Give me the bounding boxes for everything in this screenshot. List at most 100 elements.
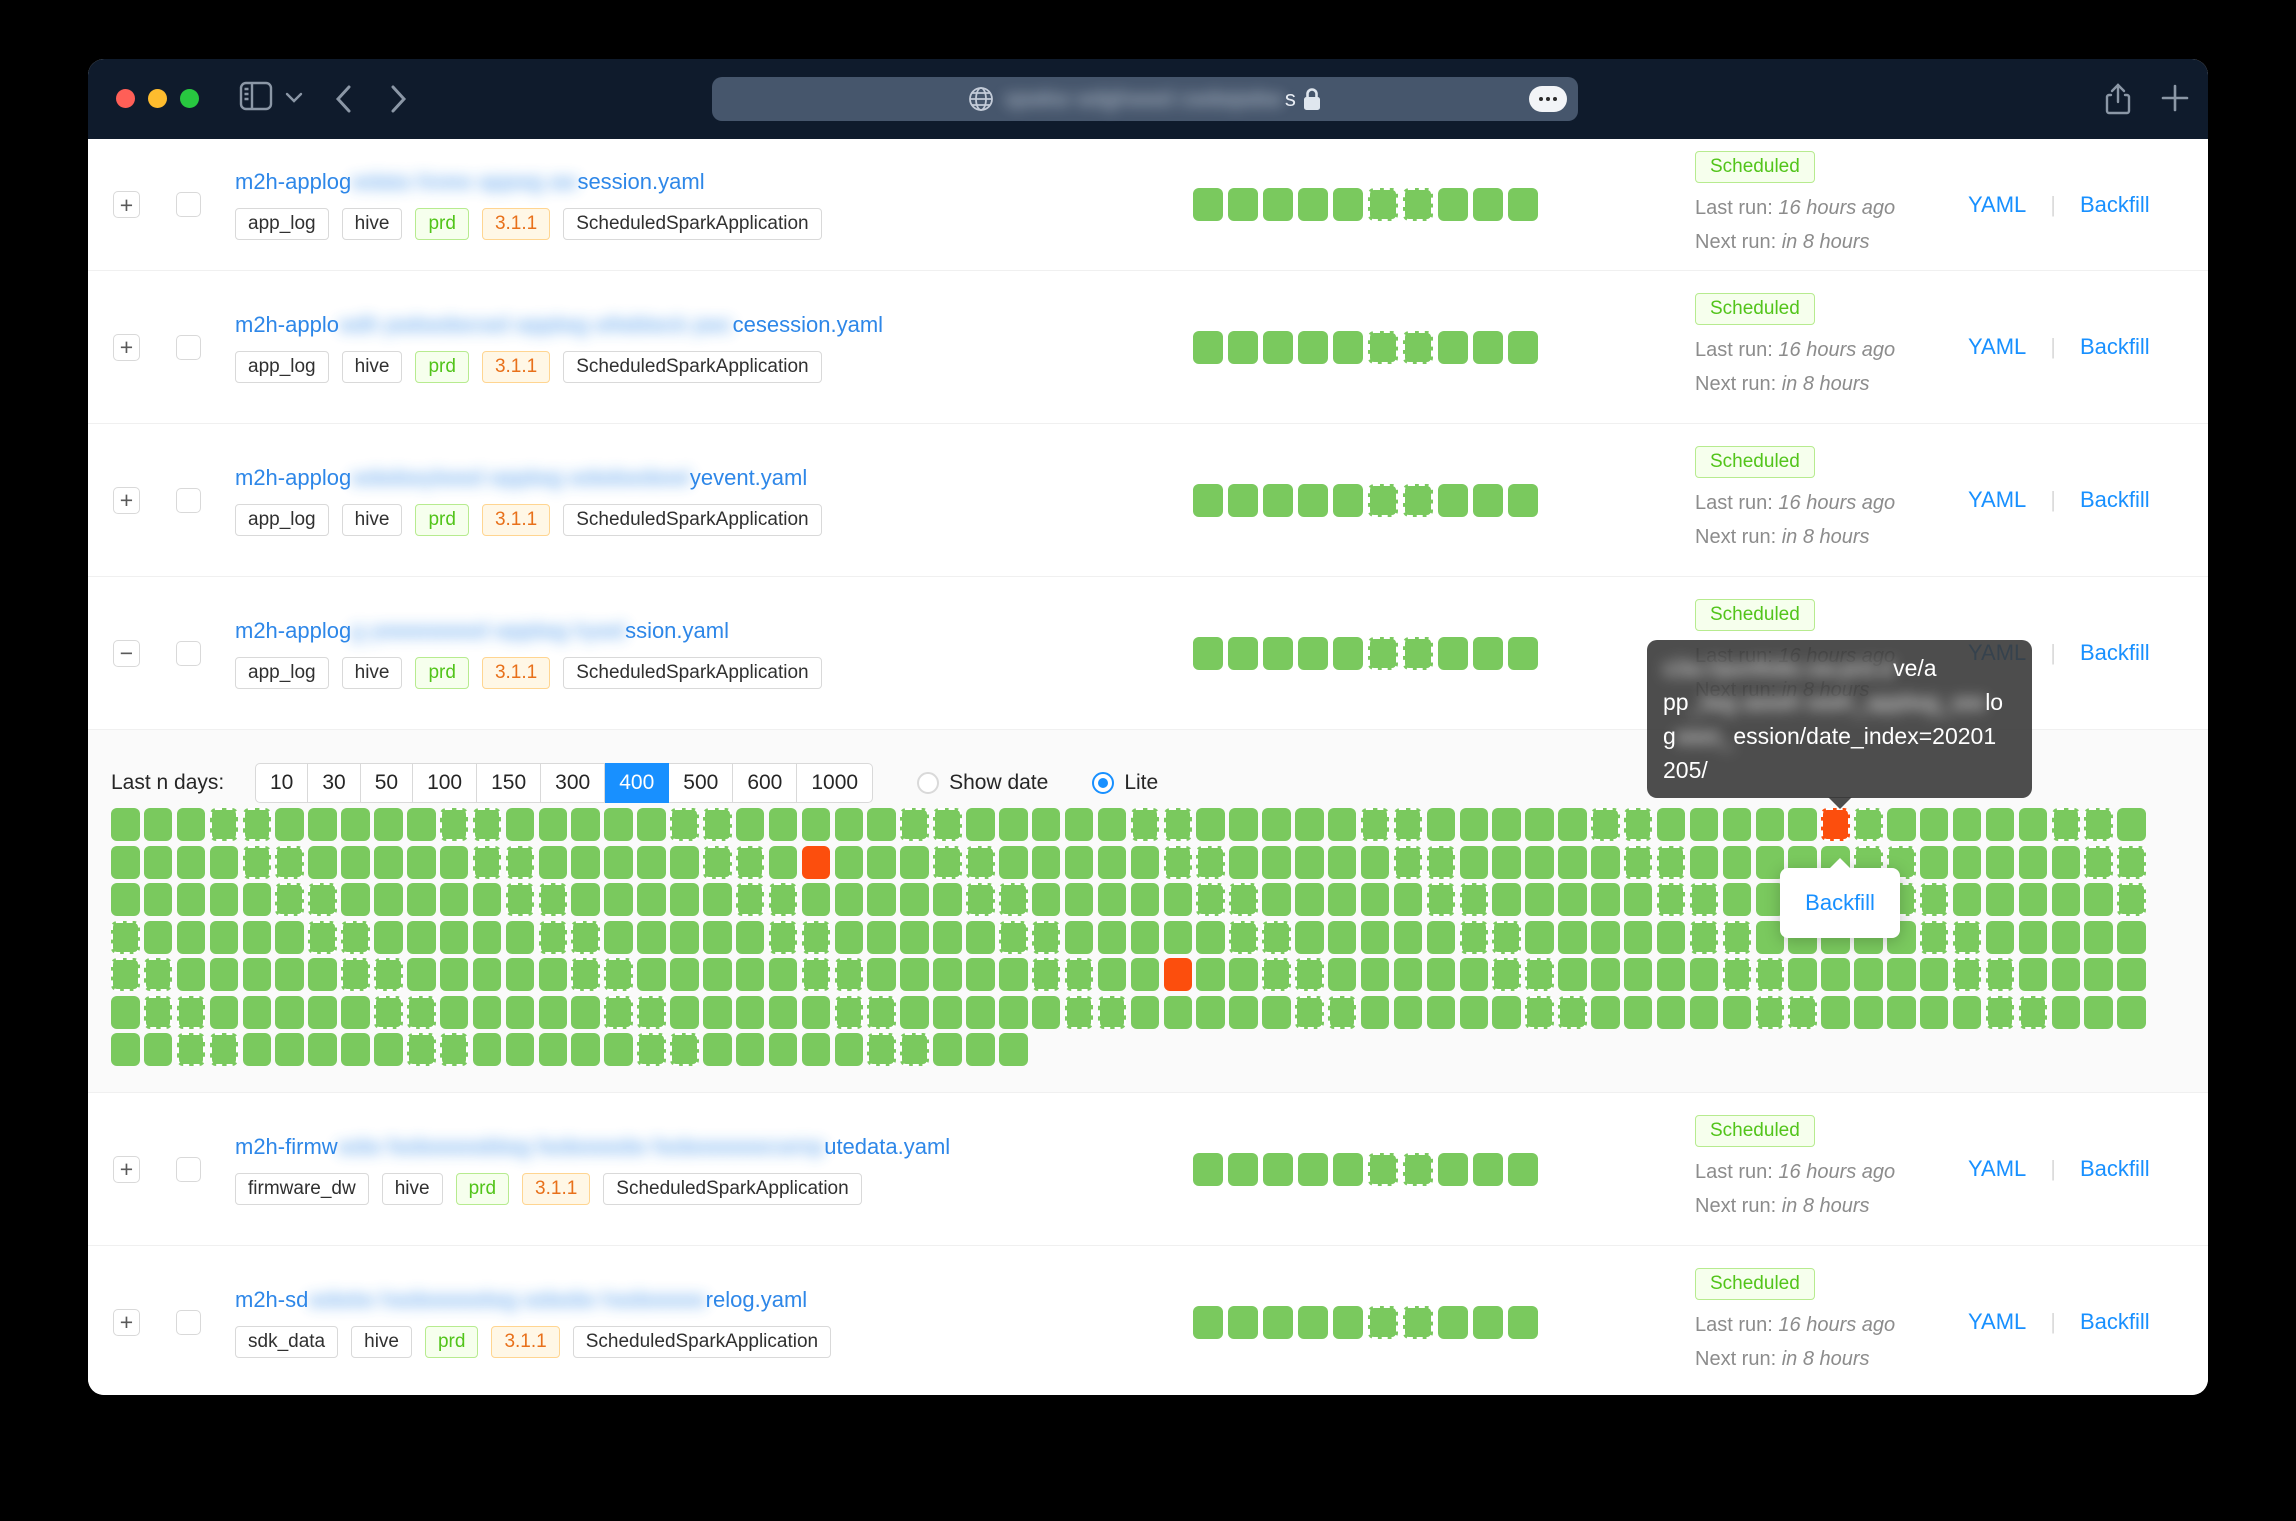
day-cell[interactable] [670, 1033, 699, 1066]
day-cell[interactable] [1196, 846, 1225, 879]
day-cell[interactable] [1986, 996, 2015, 1029]
row-checkbox[interactable] [176, 641, 201, 666]
day-cell[interactable] [2117, 846, 2146, 879]
day-cell[interactable] [933, 921, 962, 954]
day-cell[interactable] [1361, 808, 1390, 841]
day-cell[interactable] [1328, 883, 1357, 916]
day-cell[interactable] [1920, 846, 1949, 879]
day-cell[interactable] [144, 921, 173, 954]
backfill-link[interactable]: Backfill [2080, 1309, 2150, 1335]
day-cell[interactable] [177, 808, 206, 841]
day-cell-mini[interactable] [1263, 637, 1293, 670]
day-cell[interactable] [1131, 996, 1160, 1029]
day-cell[interactable] [1229, 846, 1258, 879]
day-cell[interactable] [407, 808, 436, 841]
day-cell[interactable] [1394, 846, 1423, 879]
day-cell[interactable] [111, 808, 140, 841]
day-cell[interactable] [341, 808, 370, 841]
day-cell[interactable] [1229, 921, 1258, 954]
day-cell[interactable] [1920, 996, 1949, 1029]
day-cell[interactable] [1394, 921, 1423, 954]
day-cell[interactable] [308, 883, 337, 916]
day-cell[interactable] [1591, 883, 1620, 916]
day-cell[interactable] [1098, 958, 1127, 991]
day-cell[interactable] [1624, 846, 1653, 879]
day-cell[interactable] [539, 1033, 568, 1066]
day-cell[interactable] [144, 883, 173, 916]
day-cell[interactable] [1854, 996, 1883, 1029]
day-cell[interactable] [1131, 958, 1160, 991]
day-cell[interactable] [966, 846, 995, 879]
day-cell[interactable] [736, 921, 765, 954]
day-cell[interactable] [144, 1033, 173, 1066]
day-cell[interactable] [1723, 958, 1752, 991]
day-cell[interactable] [1986, 808, 2015, 841]
day-cell[interactable] [1887, 958, 1916, 991]
day-cell[interactable] [2019, 958, 2048, 991]
day-cell[interactable] [2052, 808, 2081, 841]
day-cell[interactable] [1920, 808, 1949, 841]
day-cell[interactable] [2084, 958, 2113, 991]
row-checkbox[interactable] [176, 335, 201, 360]
day-cell[interactable] [670, 808, 699, 841]
day-cell[interactable] [900, 808, 929, 841]
days-option-300[interactable]: 300 [541, 763, 605, 803]
day-cell[interactable] [2019, 996, 2048, 1029]
day-cell[interactable] [1558, 846, 1587, 879]
day-cell[interactable] [1657, 883, 1686, 916]
day-cell[interactable] [966, 996, 995, 1029]
day-cell-hovered[interactable] [1821, 808, 1850, 841]
day-cell[interactable] [835, 921, 864, 954]
day-cell[interactable] [966, 1033, 995, 1066]
day-cell[interactable] [407, 846, 436, 879]
day-cell[interactable] [210, 1033, 239, 1066]
day-cell[interactable] [1262, 958, 1291, 991]
day-cell[interactable] [440, 921, 469, 954]
day-cell[interactable] [1690, 921, 1719, 954]
day-cell[interactable] [1953, 808, 1982, 841]
day-cell[interactable] [111, 846, 140, 879]
day-cell[interactable] [966, 958, 995, 991]
day-cell[interactable] [1920, 921, 1949, 954]
day-cell[interactable] [571, 958, 600, 991]
close-window-button[interactable] [116, 89, 135, 108]
day-cell[interactable] [1427, 808, 1456, 841]
day-cell[interactable] [1427, 958, 1456, 991]
day-cell-mini[interactable] [1298, 484, 1328, 517]
day-cell[interactable] [670, 958, 699, 991]
day-cell-mini[interactable] [1298, 1306, 1328, 1339]
day-cell[interactable] [769, 996, 798, 1029]
day-cell-mini[interactable] [1403, 484, 1433, 517]
day-cell-mini[interactable] [1333, 637, 1363, 670]
day-cell[interactable] [1032, 958, 1061, 991]
day-cell[interactable] [1657, 808, 1686, 841]
day-cell-mini[interactable] [1228, 1306, 1258, 1339]
day-cell[interactable] [374, 996, 403, 1029]
day-cell[interactable] [1164, 996, 1193, 1029]
day-cell[interactable] [1492, 846, 1521, 879]
day-cell[interactable] [210, 958, 239, 991]
day-cell[interactable] [1558, 958, 1587, 991]
day-cell[interactable] [1196, 921, 1225, 954]
day-cell[interactable] [835, 958, 864, 991]
day-cell-mini[interactable] [1508, 188, 1538, 221]
day-cell[interactable] [966, 883, 995, 916]
day-cell[interactable] [210, 808, 239, 841]
day-cell[interactable] [1821, 958, 1850, 991]
day-cell[interactable] [177, 846, 206, 879]
day-cell[interactable] [2117, 808, 2146, 841]
day-cell[interactable] [1788, 996, 1817, 1029]
day-cell[interactable] [111, 1033, 140, 1066]
day-cell-mini[interactable] [1368, 1306, 1398, 1339]
day-cell[interactable] [1098, 996, 1127, 1029]
day-cell-mini[interactable] [1438, 1153, 1468, 1186]
day-cell[interactable] [1131, 883, 1160, 916]
day-cell[interactable] [1361, 958, 1390, 991]
day-cell[interactable] [1723, 883, 1752, 916]
day-cell[interactable] [1229, 958, 1258, 991]
days-option-600[interactable]: 600 [733, 763, 797, 803]
day-cell[interactable] [177, 996, 206, 1029]
day-cell[interactable] [506, 996, 535, 1029]
day-cell[interactable] [506, 808, 535, 841]
day-cell[interactable] [2117, 996, 2146, 1029]
